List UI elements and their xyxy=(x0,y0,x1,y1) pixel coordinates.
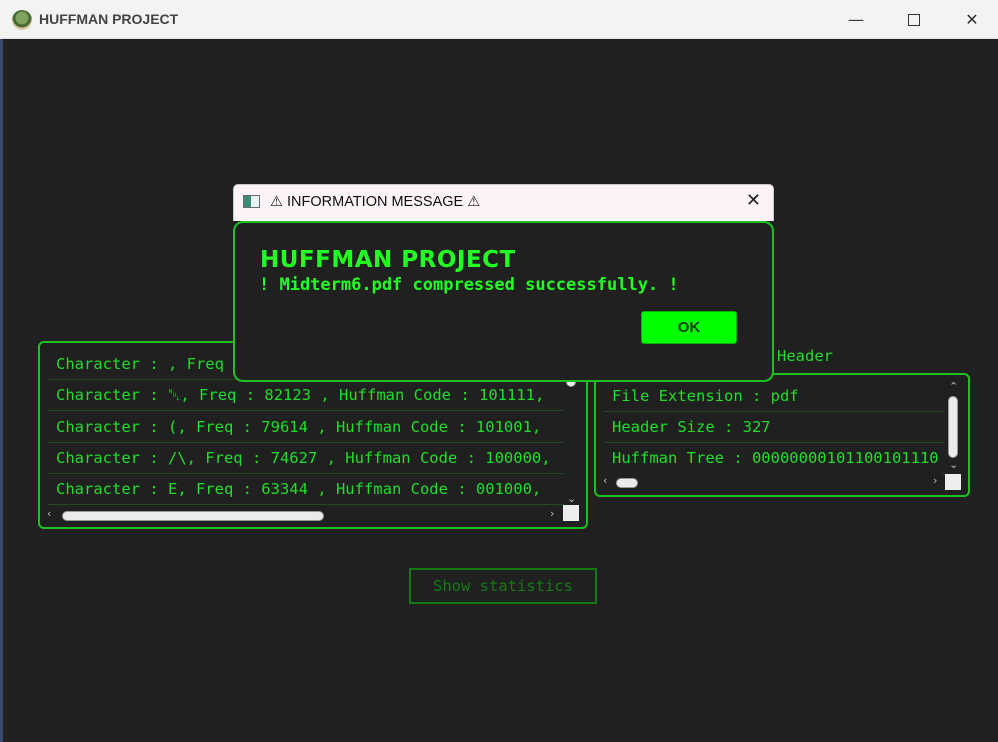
header-row: Header Size : 327 xyxy=(604,412,944,443)
minimize-button[interactable]: — xyxy=(827,0,885,39)
horizontal-scrollbar[interactable]: ‹ › xyxy=(46,506,560,524)
header-info-panel: File Extension : pdf Header Size : 327 H… xyxy=(594,373,970,497)
ok-button[interactable]: OK xyxy=(641,311,737,344)
table-row: Character : (, Freq : 79614 , Huffman Co… xyxy=(48,412,564,443)
scroll-corner xyxy=(563,505,579,521)
header-row: File Extension : pdf xyxy=(604,381,944,412)
scroll-right-arrow-icon[interactable]: › xyxy=(550,508,554,520)
scroll-down-arrow-icon[interactable]: ⌄ xyxy=(567,493,576,505)
dialog-window-icon xyxy=(243,195,260,208)
horizontal-scrollbar[interactable]: ‹ › xyxy=(602,473,942,491)
table-row: Character : /\, Freq : 74627 , Huffman C… xyxy=(48,443,564,474)
scroll-corner xyxy=(945,474,961,490)
scroll-left-arrow-icon[interactable]: ‹ xyxy=(603,475,607,487)
maximize-icon xyxy=(908,13,920,26)
header-row: Huffman Tree : 00000000101100101110 xyxy=(604,443,944,474)
horizontal-scrollbar-thumb[interactable] xyxy=(616,478,638,488)
window-title: HUFFMAN PROJECT xyxy=(39,11,179,27)
dialog-title-text: INFORMATION MESSAGE xyxy=(287,194,464,210)
horizontal-scrollbar-thumb[interactable] xyxy=(62,511,324,521)
warning-icon: ⚠ xyxy=(270,194,283,210)
warning-icon: ⚠ xyxy=(467,194,481,210)
window-titlebar: HUFFMAN PROJECT — ✕ xyxy=(0,0,998,39)
window-edge xyxy=(0,39,3,742)
scroll-down-arrow-icon[interactable]: ⌄ xyxy=(949,459,958,471)
maximize-button[interactable] xyxy=(885,0,943,39)
dialog-title: ⚠ INFORMATION MESSAGE ⚠ xyxy=(270,194,480,210)
dialog-titlebar: ⚠ INFORMATION MESSAGE ⚠ ✕ xyxy=(233,184,774,221)
dialog-message: ! Midterm6.pdf compressed successfully. … xyxy=(259,275,679,295)
scroll-up-arrow-icon[interactable]: ⌃ xyxy=(949,381,958,393)
dialog-close-button[interactable]: ✕ xyxy=(746,190,761,211)
table-row: Character : ␀, Freq : 82123 , Huffman Co… xyxy=(48,380,564,411)
scroll-right-arrow-icon[interactable]: › xyxy=(933,475,937,487)
dialog-body: HUFFMAN PROJECT ! Midterm6.pdf compresse… xyxy=(233,221,774,382)
header-panel-title: Header xyxy=(777,347,833,365)
app-logo-icon xyxy=(12,10,32,30)
show-statistics-button[interactable]: Show statistics xyxy=(409,568,597,604)
table-row: Character : E, Freq : 63344 , Huffman Co… xyxy=(48,474,564,505)
scroll-left-arrow-icon[interactable]: ‹ xyxy=(47,508,51,520)
dialog-heading: HUFFMAN PROJECT xyxy=(260,247,516,273)
vertical-scrollbar-thumb[interactable] xyxy=(948,396,958,458)
close-window-button[interactable]: ✕ xyxy=(943,0,998,39)
